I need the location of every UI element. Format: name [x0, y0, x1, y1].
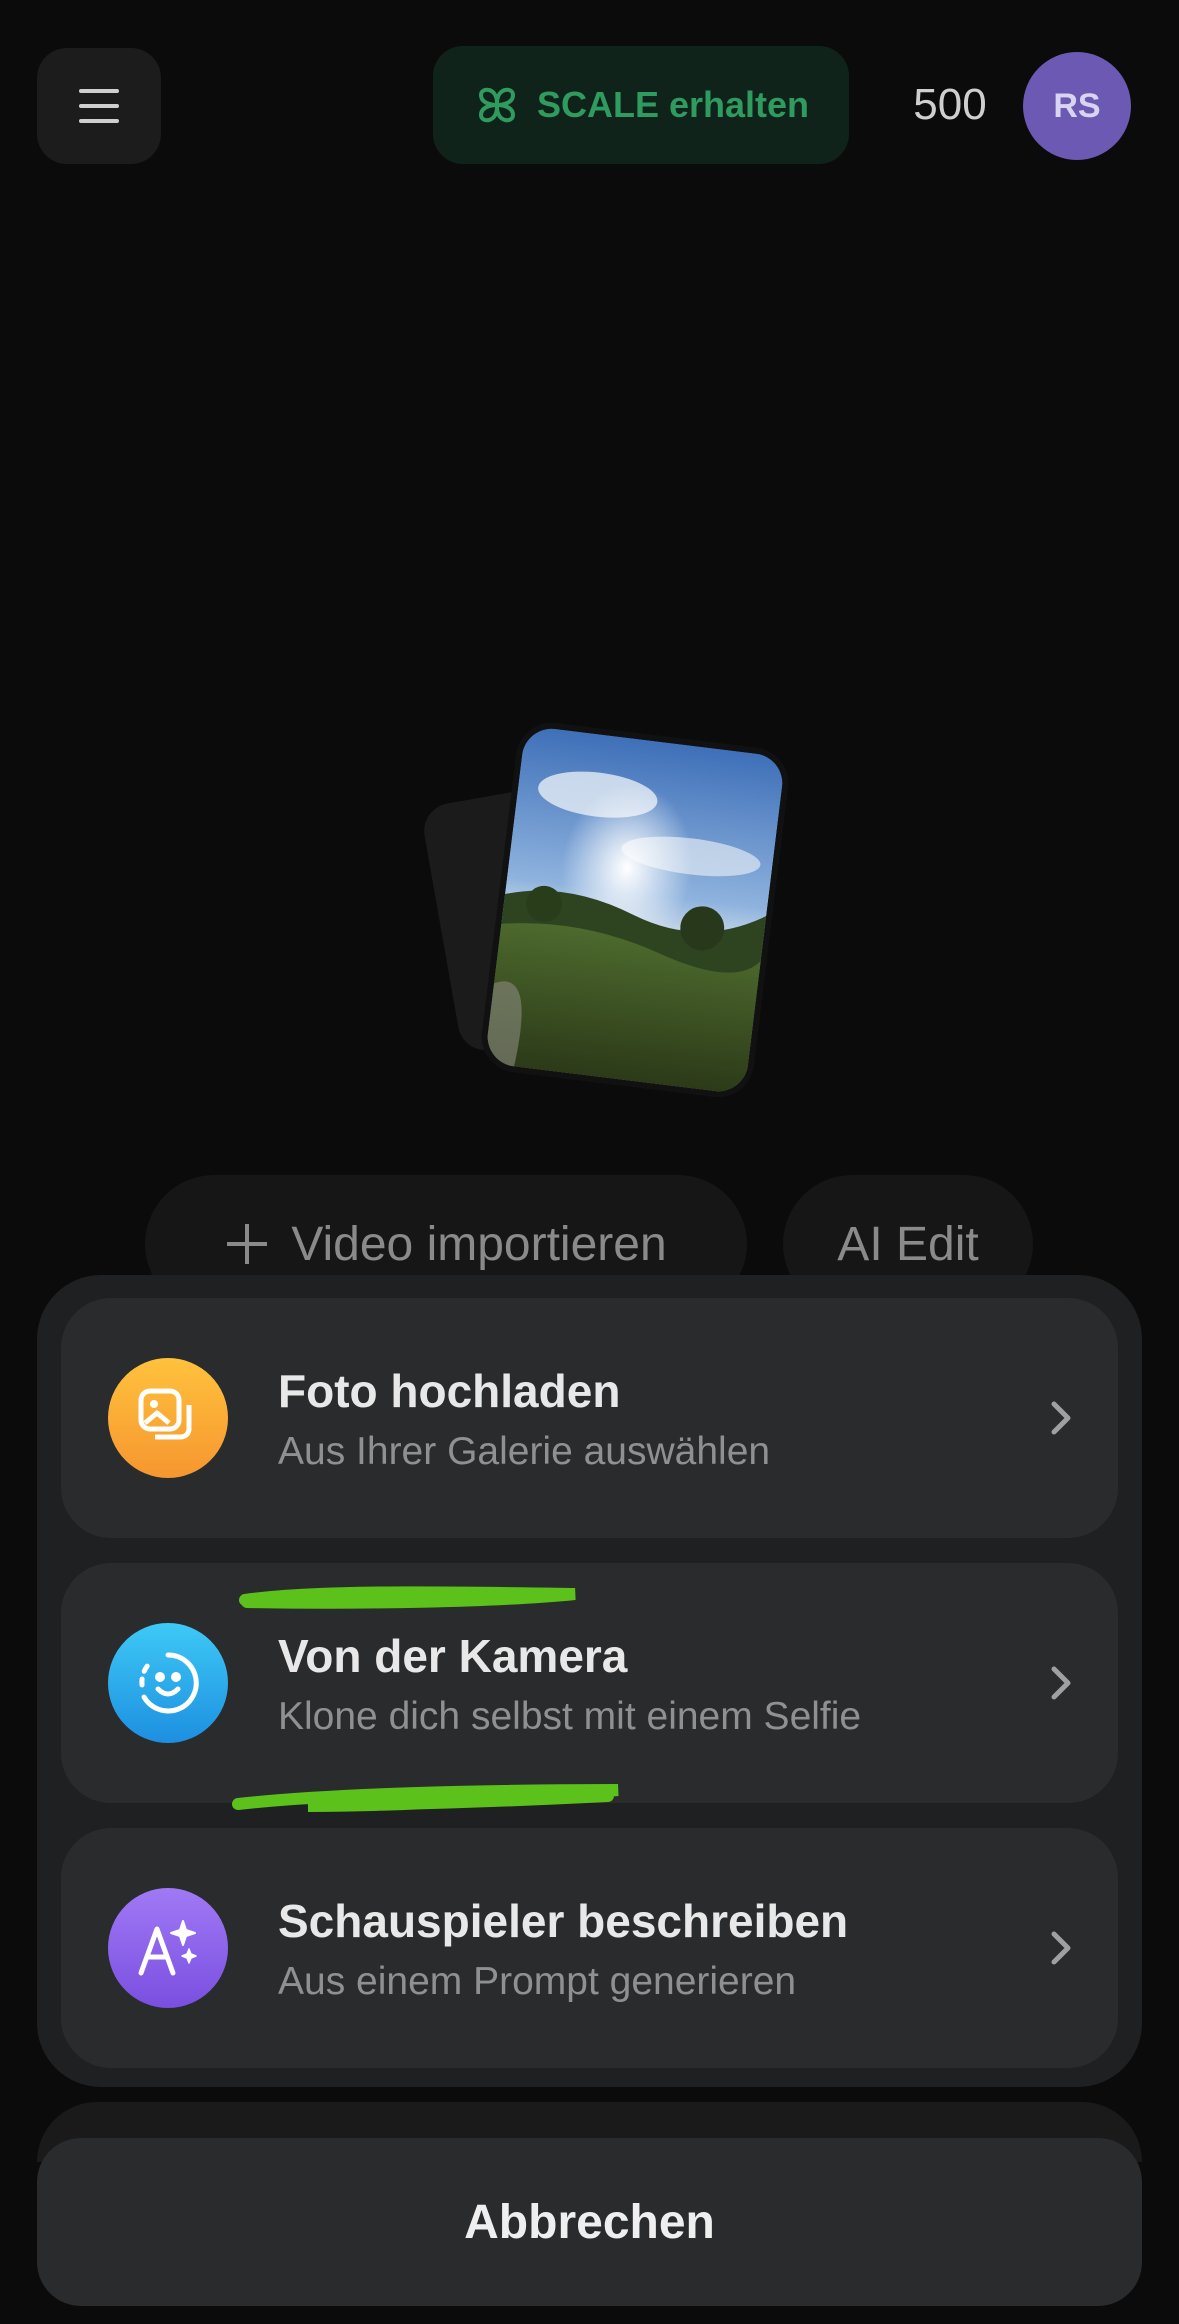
avatar[interactable]: RS — [1023, 52, 1131, 160]
menu-button[interactable] — [37, 48, 161, 164]
hamburger-icon — [79, 89, 119, 123]
get-scale-button[interactable]: SCALE erhalten — [433, 46, 849, 164]
chevron-right-icon — [1051, 1931, 1071, 1965]
upload-photo-option[interactable]: Foto hochladen Aus Ihrer Galerie auswähl… — [61, 1298, 1118, 1538]
option-subtitle: Klone dich selbst mit einem Selfie — [278, 1695, 862, 1738]
clover-icon — [478, 87, 515, 123]
highlight-scribble-bottom — [232, 1784, 619, 1812]
option-title: Schauspieler beschreiben — [278, 1895, 849, 1947]
option-title: Foto hochladen — [278, 1365, 621, 1417]
landscape-photo — [484, 725, 786, 1095]
get-scale-label: SCALE erhalten — [536, 84, 810, 125]
ai-text-icon — [108, 1888, 228, 2008]
credit-count: 500 — [913, 80, 987, 129]
plus-icon — [227, 1224, 268, 1264]
option-title: Von der Kamera — [278, 1630, 628, 1682]
gallery-icon — [108, 1358, 228, 1478]
chevron-right-icon — [1051, 1401, 1071, 1435]
ai-edit-label: AI Edit — [837, 1217, 979, 1271]
option-subtitle: Aus einem Prompt generieren — [278, 1960, 797, 2003]
option-subtitle: Aus Ihrer Galerie auswählen — [278, 1430, 771, 1473]
cancel-button[interactable]: Abbrechen — [37, 2138, 1142, 2306]
import-video-label: Video importieren — [291, 1217, 667, 1271]
camera-option[interactable]: Von der Kamera Klone dich selbst mit ein… — [61, 1563, 1118, 1803]
highlight-scribble-top — [239, 1586, 576, 1609]
source-picker-sheet: Foto hochladen Aus Ihrer Galerie auswähl… — [37, 1275, 1142, 2087]
selfie-face-icon — [108, 1623, 228, 1743]
describe-actor-option[interactable]: Schauspieler beschreiben Aus einem Promp… — [61, 1828, 1118, 2068]
chevron-right-icon — [1051, 1666, 1071, 1700]
